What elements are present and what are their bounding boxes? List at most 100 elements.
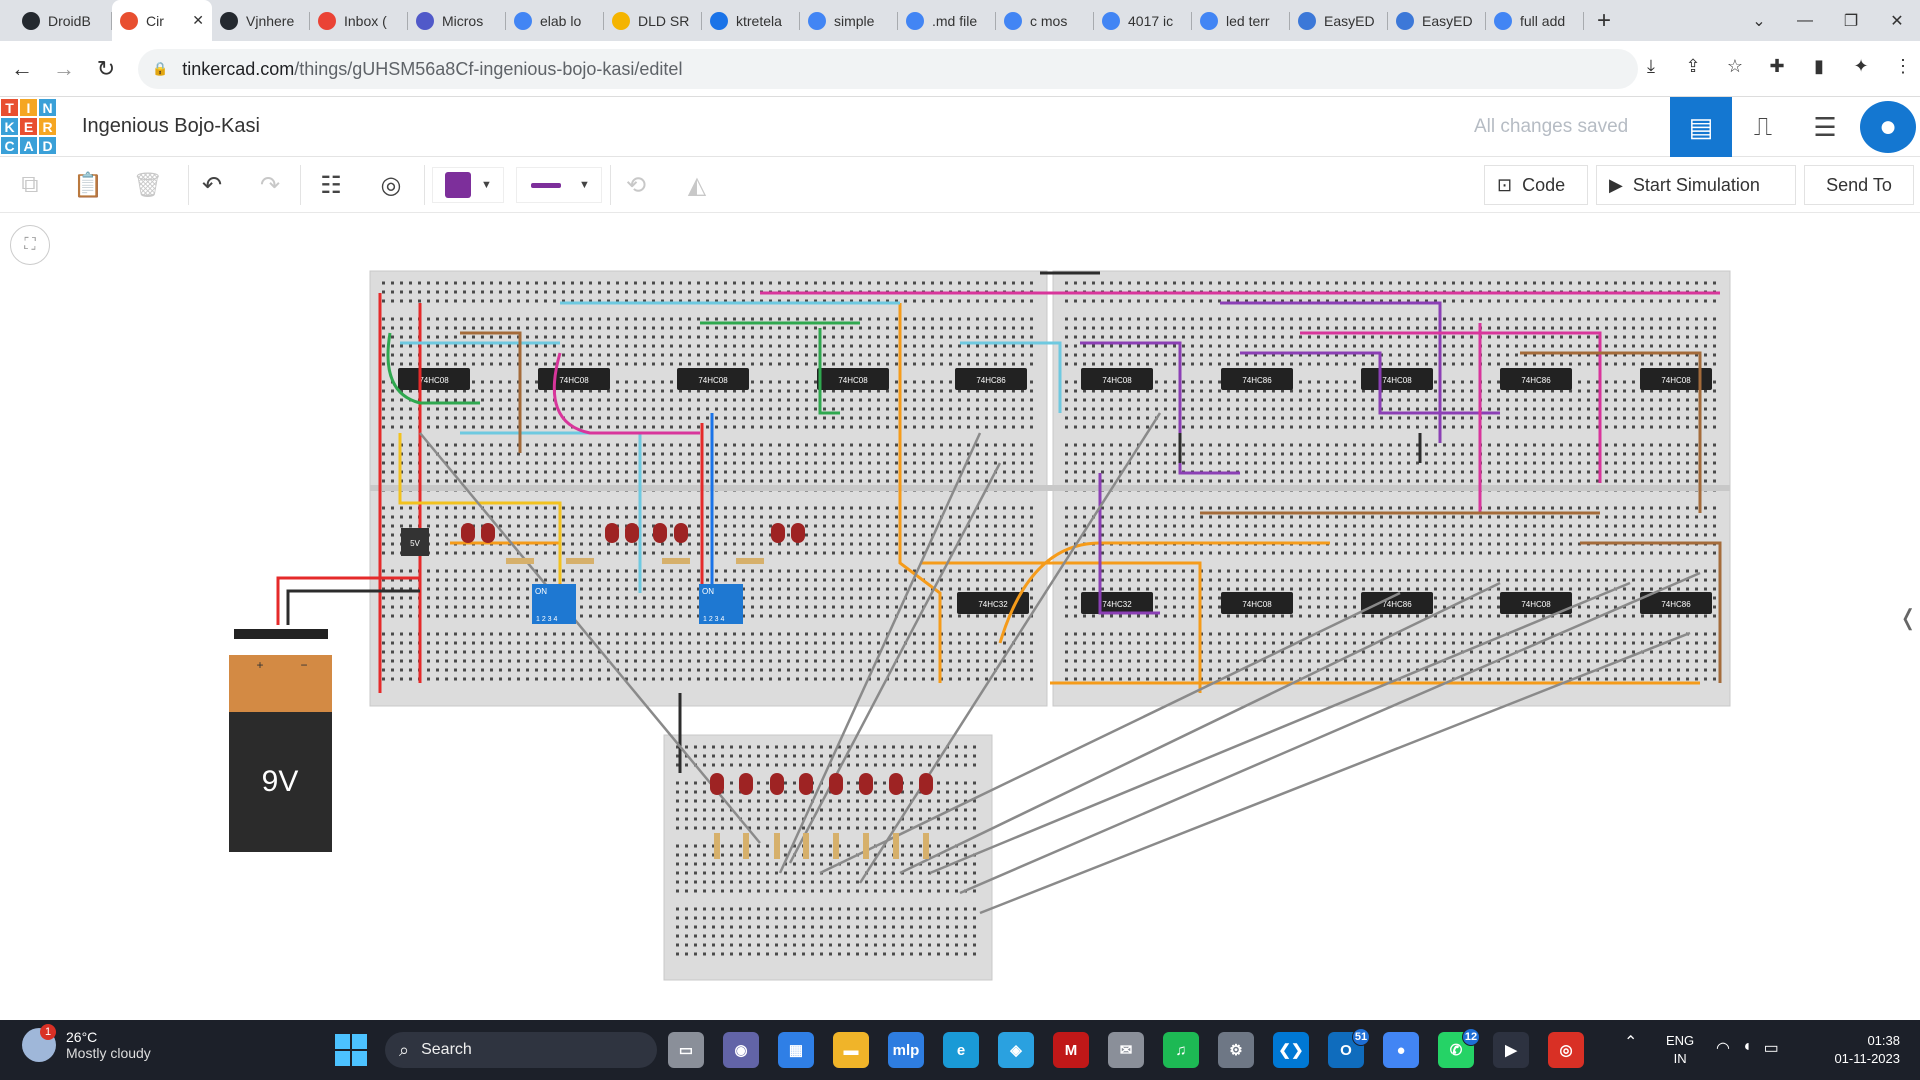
- circuit-canvas[interactable]: ⛶ 74HC08 74HC08 74HC08 74HC08 74HC86 74HC08 74…: [0, 213, 1920, 1020]
- edge-app[interactable]: e: [943, 1032, 979, 1068]
- ic-chip: 74HC08: [1361, 368, 1433, 390]
- browser-tab[interactable]: EasyED: [1388, 0, 1486, 41]
- resistor: [714, 833, 720, 859]
- clock[interactable]: 01:38 01-11-2023: [1812, 1032, 1900, 1068]
- user-avatar[interactable]: ●: [1860, 101, 1916, 153]
- browser-tab[interactable]: simple: [800, 0, 898, 41]
- outlook-app[interactable]: O 51: [1328, 1028, 1370, 1068]
- browser-tab[interactable]: elab lo: [506, 0, 604, 41]
- meet-app[interactable]: ◉: [723, 1032, 759, 1068]
- browser-tab[interactable]: Inbox (: [310, 0, 408, 41]
- wifi-icon[interactable]: ◠: [1716, 1038, 1730, 1058]
- rotate-icon[interactable]: ⟲: [618, 167, 654, 203]
- start-simulation-button[interactable]: ▶ Start Simulation: [1596, 165, 1796, 205]
- logo-letter: N: [38, 98, 57, 117]
- url-field[interactable]: 🔒 tinkercad.com/things/gUHSM56a8Cf-ingen…: [138, 49, 1638, 89]
- bookmark-star-icon[interactable]: ☆: [1718, 49, 1752, 83]
- volume-icon[interactable]: ◖: [1742, 1038, 1752, 1058]
- mylp-app[interactable]: mlp: [888, 1032, 924, 1068]
- tray-overflow-icon[interactable]: ⌃: [1624, 1032, 1637, 1052]
- browser-tab[interactable]: EasyED: [1290, 0, 1388, 41]
- start-button[interactable]: [335, 1034, 367, 1066]
- extensions-icon[interactable]: ✚: [1760, 49, 1794, 83]
- battery-icon[interactable]: ▭: [1764, 1038, 1779, 1058]
- spotify-app[interactable]: ♫: [1163, 1032, 1199, 1068]
- delete-icon[interactable]: 🗑: [130, 167, 166, 203]
- chip-label: 74HC08: [1242, 600, 1272, 609]
- close-window-icon[interactable]: ✕: [1874, 0, 1920, 41]
- component-list-icon[interactable]: ☰: [1794, 97, 1856, 157]
- profile-extension-icon[interactable]: ✦: [1844, 49, 1878, 83]
- logo-letter: T: [0, 98, 19, 117]
- browser-tab[interactable]: ktretela: [702, 0, 800, 41]
- browser-tab[interactable]: 4017 ic: [1094, 0, 1192, 41]
- new-tab-button[interactable]: +: [1584, 0, 1624, 41]
- save-status: All changes saved: [1474, 116, 1629, 137]
- media-app[interactable]: ▶: [1493, 1032, 1529, 1068]
- code-button[interactable]: ⊡ Code: [1484, 165, 1588, 205]
- restore-icon[interactable]: ❐: [1828, 0, 1874, 41]
- browser-tab[interactable]: Cir ✕: [112, 0, 212, 41]
- copy-icon[interactable]: ⧉: [12, 167, 48, 203]
- fan-app[interactable]: ◈: [998, 1032, 1034, 1068]
- notes-icon[interactable]: ☷: [313, 167, 349, 203]
- notes-visibility-icon[interactable]: ◎: [373, 167, 409, 203]
- resistor: [923, 833, 929, 859]
- file-explorer-app[interactable]: ▭: [668, 1032, 704, 1068]
- browser-tab[interactable]: DLD SR: [604, 0, 702, 41]
- reload-icon[interactable]: ↻: [86, 49, 126, 89]
- browser-tab[interactable]: Vjnhere: [212, 0, 310, 41]
- menu-kebab-icon[interactable]: ⋮: [1886, 49, 1920, 83]
- weather-widget[interactable]: 1 26°C Mostly cloudy: [22, 1024, 151, 1062]
- side-panel-icon[interactable]: ▮: [1802, 49, 1836, 83]
- install-icon[interactable]: ⤓: [1634, 49, 1668, 83]
- led: [653, 523, 667, 543]
- language-indicator[interactable]: ENG IN: [1666, 1032, 1694, 1068]
- undo-icon[interactable]: ↶: [194, 167, 230, 203]
- flip-icon[interactable]: ◭: [679, 167, 715, 203]
- project-title[interactable]: Ingenious Bojo-Kasi: [82, 115, 260, 138]
- browser-tab[interactable]: c mos: [996, 0, 1094, 41]
- circuit-view-icon[interactable]: ▤: [1670, 97, 1732, 157]
- close-tab-icon[interactable]: ✕: [192, 12, 204, 29]
- chip-label: 74HC32: [1102, 600, 1132, 609]
- fit-view-icon[interactable]: ⛶: [10, 225, 50, 265]
- browser-tab[interactable]: full add: [1486, 0, 1584, 41]
- send-to-button[interactable]: Send To: [1804, 165, 1914, 205]
- folder-app[interactable]: ▬: [833, 1032, 869, 1068]
- store-app[interactable]: ▦: [778, 1032, 814, 1068]
- schematic-view-icon[interactable]: ⎍: [1732, 97, 1794, 157]
- share-icon[interactable]: ⇪: [1676, 49, 1710, 83]
- chrome-app[interactable]: ●: [1383, 1032, 1419, 1068]
- redo-icon[interactable]: ↷: [252, 167, 288, 203]
- vscode-app[interactable]: ❮❯: [1273, 1032, 1309, 1068]
- whatsapp-app[interactable]: ✆ 12: [1438, 1028, 1480, 1068]
- forward-icon[interactable]: →: [44, 49, 84, 89]
- mcafee-app[interactable]: M: [1053, 1032, 1089, 1068]
- cloud-icon: 1: [22, 1024, 56, 1062]
- browser-tab[interactable]: Micros: [408, 0, 506, 41]
- browser-tab[interactable]: DroidB: [14, 0, 112, 41]
- tab-label: EasyED: [1422, 12, 1473, 29]
- tab-label: EasyED: [1324, 12, 1375, 29]
- person-icon: [612, 11, 630, 30]
- wire-type-dropdown[interactable]: ▼: [516, 167, 602, 203]
- side-panel-toggle-icon[interactable]: ❬: [1896, 593, 1920, 643]
- tab-search-icon[interactable]: ⌄: [1736, 0, 1782, 41]
- browser-tab[interactable]: led terr: [1192, 0, 1290, 41]
- settings-app[interactable]: ⚙: [1218, 1032, 1254, 1068]
- tab-label: .md file: [932, 12, 978, 29]
- app-glyph: ⚙: [1229, 1042, 1243, 1059]
- record-app[interactable]: ◎: [1548, 1032, 1584, 1068]
- editor-toolbar: ⧉ 📋 🗑 ↶ ↷ ☷ ◎ ▼ ▼ ⟲ ◭ ⊡ Code ▶ Start Simul…: [0, 157, 1920, 213]
- lock-icon[interactable]: 🔒: [152, 61, 168, 77]
- taskbar-search[interactable]: ⌕ Search: [385, 1032, 657, 1068]
- paste-icon[interactable]: 📋: [70, 167, 106, 203]
- browser-tab[interactable]: .md file: [898, 0, 996, 41]
- logo-letter: D: [38, 136, 57, 155]
- tinkercad-logo[interactable]: TINKERCAD: [0, 98, 57, 155]
- mail-app[interactable]: ✉: [1108, 1032, 1144, 1068]
- minimize-icon[interactable]: —: [1782, 0, 1828, 41]
- wire-color-dropdown[interactable]: ▼: [432, 167, 504, 203]
- back-icon[interactable]: ←: [2, 49, 42, 89]
